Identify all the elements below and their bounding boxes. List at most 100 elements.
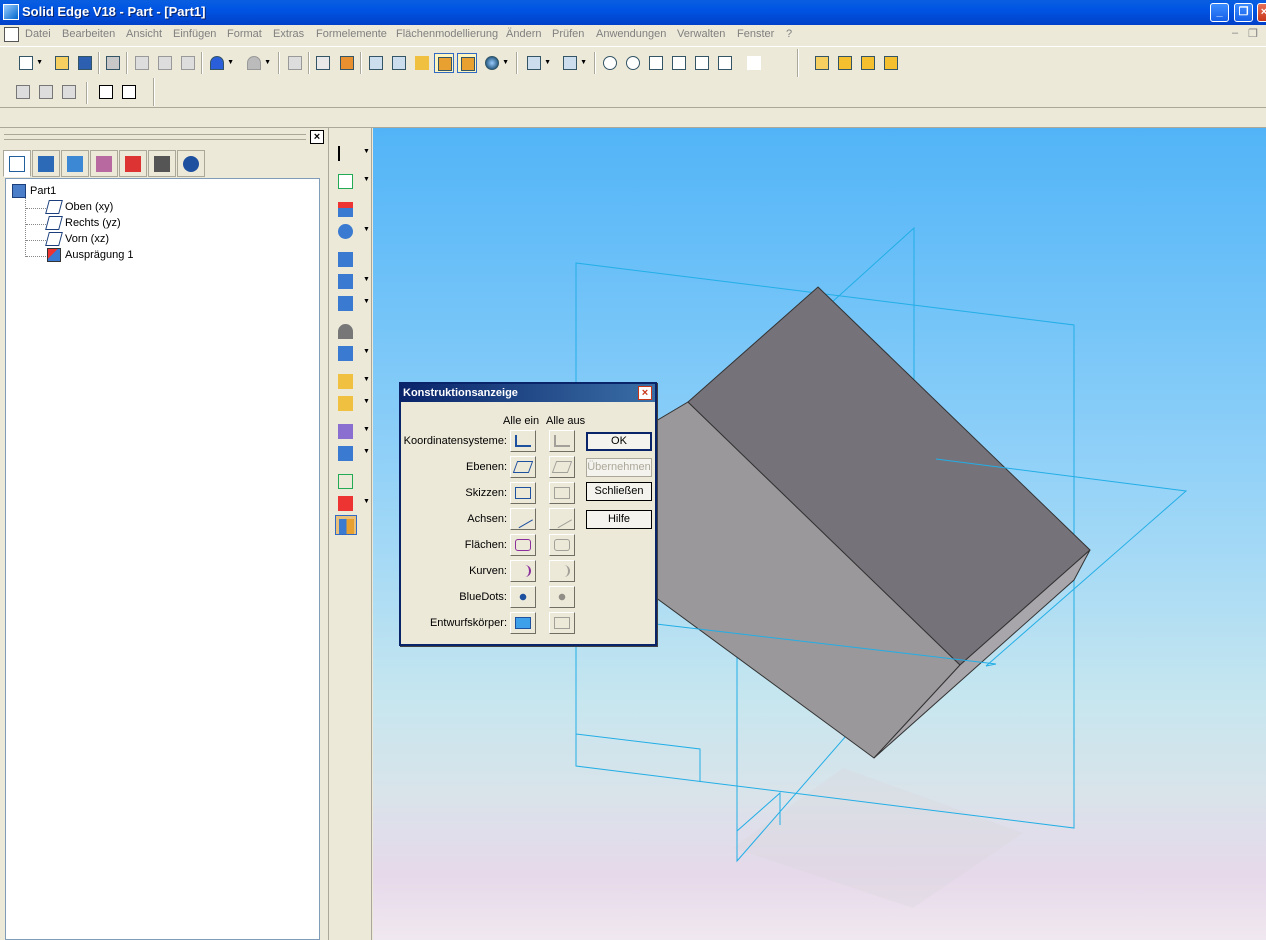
document-icon[interactable] bbox=[4, 27, 19, 42]
panel-grip[interactable] bbox=[4, 134, 306, 140]
minimize-button[interactable]: _ bbox=[1210, 3, 1229, 22]
pattern-tool-button[interactable]: ▼ bbox=[335, 371, 370, 391]
rotate-button[interactable] bbox=[692, 53, 712, 73]
paste-button[interactable] bbox=[178, 53, 198, 73]
cut-button[interactable] bbox=[132, 53, 152, 73]
tab-feature-library[interactable] bbox=[32, 150, 60, 177]
shaded-edges-button[interactable] bbox=[457, 53, 477, 73]
fit-all-button[interactable] bbox=[646, 53, 666, 73]
menu-extras[interactable]: Extras bbox=[273, 28, 304, 40]
sketches-off-button[interactable] bbox=[549, 482, 575, 504]
planes-off-button[interactable] bbox=[549, 456, 575, 478]
menu-formelemente[interactable]: Formelemente bbox=[316, 28, 387, 40]
restore-button[interactable]: ❐ bbox=[1234, 3, 1253, 22]
hole-tool-button[interactable]: ▼ bbox=[335, 271, 370, 291]
chamfer-tool-button[interactable]: ▼ bbox=[335, 343, 370, 363]
cube-view2-button[interactable] bbox=[389, 53, 409, 73]
save-button[interactable] bbox=[75, 53, 95, 73]
feature-library3-button[interactable] bbox=[59, 82, 79, 102]
curves-on-button[interactable] bbox=[510, 560, 536, 582]
curve-tool-button[interactable] bbox=[335, 471, 357, 491]
whats-this-button[interactable] bbox=[744, 53, 764, 73]
print-button[interactable] bbox=[103, 53, 123, 73]
curves-off-button[interactable] bbox=[549, 560, 575, 582]
surfaces-off-button[interactable] bbox=[549, 534, 575, 556]
apply-button[interactable]: Übernehmen bbox=[586, 458, 652, 477]
tab-simulation[interactable] bbox=[148, 150, 176, 177]
measure-angle-button[interactable] bbox=[881, 53, 901, 73]
open-button[interactable] bbox=[52, 53, 72, 73]
select-tool-button[interactable]: ▼ bbox=[335, 143, 370, 163]
help-pointer-button[interactable] bbox=[812, 53, 832, 73]
bluedots-on-button[interactable] bbox=[510, 586, 536, 608]
tab-feature-pathfinder[interactable] bbox=[3, 150, 31, 177]
menu-pruefen[interactable]: Prüfen bbox=[552, 28, 584, 40]
menu-help[interactable]: ? bbox=[786, 28, 792, 40]
ungroup-button[interactable] bbox=[119, 82, 139, 102]
menu-verwalten[interactable]: Verwalten bbox=[677, 28, 725, 40]
measure-distance-button[interactable] bbox=[835, 53, 855, 73]
bluedots-off-button[interactable] bbox=[549, 586, 575, 608]
copy-button[interactable] bbox=[155, 53, 175, 73]
zoom-button[interactable] bbox=[623, 53, 643, 73]
mirror-tool-button[interactable]: ▼ bbox=[335, 393, 370, 413]
redo-button[interactable]: ▼ bbox=[244, 53, 271, 73]
planes-on-button[interactable] bbox=[510, 456, 536, 478]
dialog-close-icon[interactable]: × bbox=[638, 386, 652, 400]
tab-sensors[interactable] bbox=[119, 150, 147, 177]
round-tool-button[interactable] bbox=[335, 321, 357, 341]
new-button[interactable]: ▼ bbox=[16, 53, 43, 73]
highlight-button[interactable] bbox=[313, 53, 333, 73]
tree-node-plane-front[interactable]: Vorn (xz) bbox=[45, 232, 109, 246]
design-bodies-off-button[interactable] bbox=[549, 612, 575, 634]
close-button[interactable]: × bbox=[1257, 3, 1266, 22]
ok-button[interactable]: OK bbox=[586, 432, 652, 451]
tab-properties[interactable] bbox=[177, 150, 205, 177]
menu-format[interactable]: Format bbox=[227, 28, 262, 40]
tree-node-part[interactable]: Part1 bbox=[12, 184, 56, 198]
rib-tool-button[interactable]: ▼ bbox=[335, 443, 370, 463]
highlight2-button[interactable] bbox=[337, 53, 357, 73]
select-button[interactable] bbox=[285, 53, 305, 73]
menu-flaechenmodellierung[interactable]: Flächenmodellierung bbox=[396, 28, 498, 40]
view-orient-button[interactable]: ▼ bbox=[524, 53, 551, 73]
cube-view-button[interactable] bbox=[366, 53, 386, 73]
plane-tool-button[interactable]: ▼ bbox=[335, 493, 370, 513]
surfaces-on-button[interactable] bbox=[510, 534, 536, 556]
design-bodies-on-button[interactable] bbox=[510, 612, 536, 634]
undo-button[interactable]: ▼ bbox=[207, 53, 234, 73]
spin-button[interactable] bbox=[715, 53, 735, 73]
menu-ansicht[interactable]: Ansicht bbox=[126, 28, 162, 40]
coordinate-systems-on-button[interactable] bbox=[510, 430, 536, 452]
mdi-restore-icon[interactable]: ❐ bbox=[1248, 27, 1258, 40]
revolved-cutout-button[interactable]: ▼ bbox=[335, 293, 370, 313]
panel-close-icon[interactable]: × bbox=[310, 130, 324, 144]
protrusion-tool-button[interactable] bbox=[335, 199, 357, 219]
menu-datei[interactable]: Datei bbox=[25, 28, 51, 40]
zoom-area-button[interactable] bbox=[600, 53, 620, 73]
sphere-button[interactable]: ▼ bbox=[482, 53, 509, 73]
close-dialog-button[interactable]: Schließen bbox=[586, 482, 652, 501]
revolve-tool-button[interactable]: ▼ bbox=[335, 221, 370, 241]
shaded-button[interactable] bbox=[434, 53, 454, 73]
sketches-on-button[interactable] bbox=[510, 482, 536, 504]
cutout-tool-button[interactable] bbox=[335, 249, 357, 269]
menu-bearbeiten[interactable]: Bearbeiten bbox=[62, 28, 115, 40]
axes-on-button[interactable] bbox=[510, 508, 536, 530]
menu-anwendungen[interactable]: Anwendungen bbox=[596, 28, 666, 40]
construction-display-button[interactable] bbox=[335, 515, 357, 535]
fit-button[interactable]: ▼ bbox=[560, 53, 587, 73]
menu-aendern[interactable]: Ändern bbox=[506, 28, 541, 40]
feature-library2-button[interactable] bbox=[36, 82, 56, 102]
feature-library-button[interactable] bbox=[13, 82, 33, 102]
tree-node-plane-top[interactable]: Oben (xy) bbox=[45, 200, 113, 214]
coordinate-systems-off-button[interactable] bbox=[549, 430, 575, 452]
thin-wall-button[interactable]: ▼ bbox=[335, 421, 370, 441]
sketch-tool-button[interactable]: ▼ bbox=[335, 171, 370, 191]
help-button[interactable]: Hilfe bbox=[586, 510, 652, 529]
measure-min-distance-button[interactable] bbox=[858, 53, 878, 73]
app-icon[interactable] bbox=[3, 4, 19, 20]
menu-einfuegen[interactable]: Einfügen bbox=[173, 28, 216, 40]
shaded-small-button[interactable] bbox=[412, 53, 432, 73]
tab-family-of-parts[interactable] bbox=[61, 150, 89, 177]
